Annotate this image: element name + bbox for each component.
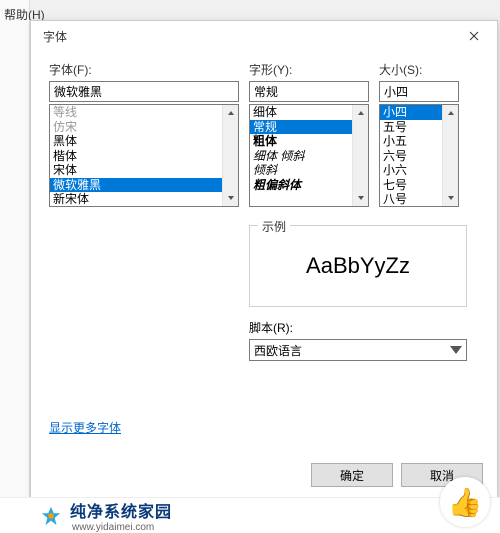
- list-item[interactable]: 新宋体: [50, 192, 222, 206]
- font-listbox[interactable]: 等线 仿宋 黑体 楷体 宋体 微软雅黑 新宋体: [49, 104, 239, 207]
- list-item[interactable]: 楷体: [50, 149, 222, 164]
- scroll-up-button[interactable]: [223, 105, 238, 121]
- sample-text: AaBbYyZz: [250, 226, 466, 306]
- scroll-up-button[interactable]: [443, 105, 458, 121]
- dialog-title: 字体: [43, 28, 67, 45]
- list-item[interactable]: 六号: [380, 149, 442, 164]
- style-listbox[interactable]: 细体 常规 粗体 细体 倾斜 倾斜 粗偏斜体: [249, 104, 369, 207]
- list-item[interactable]: 小五: [380, 134, 442, 149]
- style-label: 字形(Y):: [249, 61, 369, 78]
- list-item[interactable]: 黑体: [50, 134, 222, 149]
- watermark-bar: 纯净系统家园 www.yidaimei.com: [0, 497, 500, 533]
- more-fonts-link[interactable]: 显示更多字体: [49, 419, 121, 436]
- font-column: 字体(F): 等线 仿宋 黑体 楷体 宋体 微软雅黑 新宋体: [49, 61, 239, 207]
- script-row: 脚本(R): 西欧语言: [249, 319, 467, 361]
- list-item[interactable]: 粗偏斜体: [250, 178, 352, 193]
- size-listbox[interactable]: 小四 五号 小五 六号 小六 七号 八号: [379, 104, 459, 207]
- brand-url: www.yidaimei.com: [72, 522, 172, 533]
- scrollbar[interactable]: [222, 105, 238, 206]
- list-item[interactable]: 等线: [50, 105, 222, 120]
- script-label: 脚本(R):: [249, 319, 467, 336]
- thumbs-up-icon: 👍: [448, 486, 483, 519]
- list-item[interactable]: 细体 倾斜: [250, 149, 352, 164]
- scroll-down-button[interactable]: [443, 190, 458, 206]
- font-input[interactable]: [49, 81, 239, 102]
- list-item[interactable]: 倾斜: [250, 163, 352, 178]
- size-column: 大小(S): 小四 五号 小五 六号 小六 七号 八号: [379, 61, 459, 207]
- font-dialog: 字体 字体(F): 等线 仿宋 黑体 楷体 宋体 微软雅黑 新宋体: [30, 20, 498, 498]
- script-combobox[interactable]: 西欧语言: [249, 339, 467, 361]
- list-item[interactable]: 小四: [380, 105, 442, 120]
- list-item[interactable]: 七号: [380, 178, 442, 193]
- list-item[interactable]: 微软雅黑: [50, 178, 222, 193]
- close-icon: [469, 31, 479, 41]
- scroll-down-button[interactable]: [353, 190, 368, 206]
- list-item[interactable]: 八号: [380, 192, 442, 206]
- close-button[interactable]: [459, 24, 489, 48]
- sample-label: 示例: [258, 218, 290, 235]
- parent-window-edge: [0, 0, 30, 500]
- sample-groupbox: 示例 AaBbYyZz: [249, 225, 467, 307]
- brand-name: 纯净系统家园: [70, 498, 172, 522]
- list-item[interactable]: 宋体: [50, 163, 222, 178]
- list-item[interactable]: 常规: [250, 120, 352, 135]
- brand-logo-icon: [40, 505, 62, 527]
- list-item[interactable]: 细体: [250, 105, 352, 120]
- style-column: 字形(Y): 细体 常规 粗体 细体 倾斜 倾斜 粗偏斜体: [249, 61, 369, 207]
- style-input[interactable]: [249, 81, 369, 102]
- font-label: 字体(F):: [49, 61, 239, 78]
- titlebar: 字体: [31, 21, 497, 51]
- scroll-up-button[interactable]: [353, 105, 368, 121]
- scroll-down-button[interactable]: [223, 190, 238, 206]
- list-item[interactable]: 仿宋: [50, 120, 222, 135]
- script-value: 西欧语言: [254, 342, 302, 359]
- scrollbar[interactable]: [352, 105, 368, 206]
- list-item[interactable]: 粗体: [250, 134, 352, 149]
- chevron-down-icon: [448, 342, 464, 358]
- size-label: 大小(S):: [379, 61, 459, 78]
- recommend-badge: 👍: [440, 477, 490, 527]
- list-item[interactable]: 五号: [380, 120, 442, 135]
- list-item[interactable]: 小六: [380, 163, 442, 178]
- scrollbar[interactable]: [442, 105, 458, 206]
- size-input[interactable]: [379, 81, 459, 102]
- ok-button[interactable]: 确定: [311, 463, 393, 487]
